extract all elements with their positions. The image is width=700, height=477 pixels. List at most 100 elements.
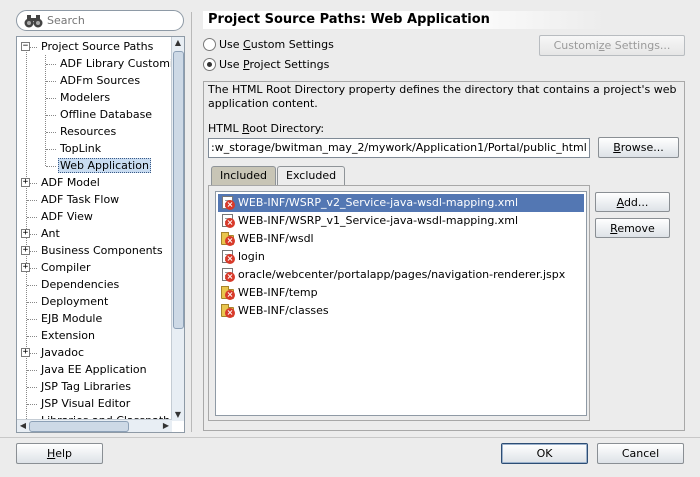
collapse-icon[interactable]: − bbox=[21, 42, 30, 51]
settings-tree[interactable]: − Project Source Paths ADF Library Customi… bbox=[16, 36, 185, 433]
tree-item[interactable]: Ant bbox=[39, 225, 62, 242]
excluded-file-icon: × bbox=[221, 268, 236, 282]
excluded-x-icon: × bbox=[225, 236, 235, 246]
tree-item[interactable]: ADF Task Flow bbox=[39, 191, 121, 208]
excluded-folder-icon: × bbox=[221, 304, 236, 318]
tree-item[interactable]: ADF Model bbox=[39, 174, 102, 191]
excluded-x-icon: × bbox=[225, 218, 235, 228]
tree-item-label: Modelers bbox=[60, 91, 111, 104]
tree-item-label: JSP Tag Libraries bbox=[41, 380, 131, 393]
tree-item[interactable]: Extension bbox=[39, 327, 97, 344]
radio-button-unchecked[interactable] bbox=[203, 37, 216, 51]
excluded-paths-list[interactable]: × WEB-INF/WSRP_v2_Service-java-wsdl-mappi… bbox=[215, 191, 587, 416]
tree-item-label: Javadoc bbox=[41, 346, 84, 359]
tree-item-label: ADF Library Customi bbox=[60, 57, 172, 70]
tree-item[interactable]: Deployment bbox=[39, 293, 110, 310]
tree-connector-line bbox=[46, 132, 56, 133]
tree-item[interactable]: Business Components bbox=[39, 242, 165, 259]
tree-item[interactable]: Modelers bbox=[58, 89, 112, 106]
tree-item-label: Compiler bbox=[41, 261, 91, 274]
tree-item[interactable]: ADFm Sources bbox=[58, 72, 142, 89]
tree-item[interactable]: EJB Module bbox=[39, 310, 104, 327]
page-title: Project Source Paths: Web Application bbox=[203, 11, 606, 29]
list-item[interactable]: × WEB-INF/wsdl bbox=[218, 230, 584, 248]
tree-item-label: JSP Visual Editor bbox=[41, 397, 131, 410]
search-box[interactable] bbox=[16, 10, 184, 31]
scroll-down-arrow-icon[interactable]: ▼ bbox=[172, 409, 184, 421]
tree-horizontal-scrollbar[interactable]: ◀ ▶ bbox=[17, 419, 172, 432]
cancel-button[interactable]: Cancel bbox=[597, 443, 684, 464]
panel-splitter[interactable] bbox=[191, 12, 192, 432]
radio-label-custom: Use Custom Settings bbox=[219, 38, 334, 51]
tree-connector-line bbox=[27, 302, 37, 303]
expand-icon[interactable]: + bbox=[21, 348, 30, 357]
tree-item-label: ADF View bbox=[41, 210, 93, 223]
tree-item[interactable]: Offline Database bbox=[58, 106, 154, 123]
tree-connector-line bbox=[46, 149, 56, 150]
add-button[interactable]: Add... bbox=[595, 192, 670, 212]
horizontal-scroll-thumb[interactable] bbox=[29, 421, 129, 432]
tree-item[interactable]: Java EE Application bbox=[39, 361, 149, 378]
tree-connector-line bbox=[27, 285, 37, 286]
tree-item-label: EJB Module bbox=[41, 312, 103, 325]
tree-connector-line bbox=[27, 200, 37, 201]
list-item[interactable]: × WEB-INF/WSRP_v1_Service-java-wsdl-mappi… bbox=[218, 212, 584, 230]
help-button[interactable]: Help bbox=[16, 443, 103, 464]
radio-button-checked[interactable] bbox=[203, 57, 216, 71]
excluded-x-icon: × bbox=[225, 272, 235, 282]
excluded-folder-icon: × bbox=[221, 232, 236, 246]
browse-button[interactable]: Browse... bbox=[598, 137, 679, 158]
tree-vertical-scrollbar[interactable]: ▲ ▼ bbox=[171, 37, 184, 421]
vertical-scroll-thumb[interactable] bbox=[173, 51, 184, 329]
tree-item[interactable]: JSP Tag Libraries bbox=[39, 378, 133, 395]
tree-item[interactable]: JSP Visual Editor bbox=[39, 395, 132, 412]
tree-item[interactable]: Web Application bbox=[58, 157, 151, 174]
tree-connector-line bbox=[27, 370, 37, 371]
tree-item-label: Resources bbox=[60, 125, 117, 138]
excluded-folder-icon: × bbox=[221, 286, 236, 300]
list-item[interactable]: × login bbox=[218, 248, 584, 266]
tree-item[interactable]: TopLink bbox=[58, 140, 103, 157]
tab-included[interactable]: Included bbox=[211, 166, 277, 185]
tree-item[interactable]: Resources bbox=[58, 123, 118, 140]
list-item[interactable]: × WEB-INF/classes bbox=[218, 302, 584, 320]
tree-rows: − Project Source Paths ADF Library Customi… bbox=[17, 37, 172, 421]
tree-item[interactable]: Javadoc bbox=[39, 344, 86, 361]
tree-item-label: Web Application bbox=[58, 158, 151, 173]
tree-item[interactable]: Project Source Paths bbox=[39, 38, 155, 55]
html-root-directory-field[interactable]: :w_storage/bwitman_may_2/mywork/Applicat… bbox=[208, 138, 590, 158]
remove-button[interactable]: Remove bbox=[595, 218, 670, 238]
customize-settings-button[interactable]: Customize Settings... bbox=[539, 35, 685, 56]
tree-connector-line bbox=[27, 336, 37, 337]
expand-icon[interactable]: + bbox=[21, 178, 30, 187]
scroll-right-arrow-icon[interactable]: ▶ bbox=[160, 420, 172, 432]
tree-connector-line bbox=[27, 319, 37, 320]
tree-connector-line bbox=[27, 387, 37, 388]
ok-button[interactable]: OK bbox=[501, 443, 588, 464]
html-root-label: HTML Root Directory: bbox=[208, 122, 325, 135]
tree-item[interactable]: ADF View bbox=[39, 208, 95, 225]
tab-excluded[interactable]: Excluded bbox=[277, 166, 346, 185]
scroll-left-arrow-icon[interactable]: ◀ bbox=[17, 420, 29, 432]
description-text: The HTML Root Directory property defines… bbox=[208, 83, 677, 110]
tree-connector-line bbox=[46, 98, 56, 99]
list-item[interactable]: × oracle/webcenter/portalapp/pages/naviga… bbox=[218, 266, 584, 284]
expand-icon[interactable]: + bbox=[21, 263, 30, 272]
expand-icon[interactable]: + bbox=[21, 229, 30, 238]
tree-item[interactable]: Compiler bbox=[39, 259, 93, 276]
use-custom-settings-radio[interactable]: Use Custom Settings bbox=[203, 37, 334, 53]
search-input[interactable] bbox=[47, 13, 177, 28]
expand-icon[interactable]: + bbox=[21, 246, 30, 255]
path-tabs: Included Excluded × WEB-INF/WSRP_v2_Servi… bbox=[208, 166, 590, 421]
list-item[interactable]: × WEB-INF/WSRP_v2_Service-java-wsdl-mappi… bbox=[218, 194, 584, 212]
footer-divider bbox=[0, 437, 700, 438]
scroll-up-arrow-icon[interactable]: ▲ bbox=[172, 37, 184, 49]
tree-item[interactable]: Dependencies bbox=[39, 276, 121, 293]
use-project-settings-radio[interactable]: Use Project Settings bbox=[203, 57, 329, 73]
tree-item-label: Offline Database bbox=[60, 108, 153, 121]
tree-item[interactable]: ADF Library Customi bbox=[58, 55, 172, 72]
list-item[interactable]: × WEB-INF/temp bbox=[218, 284, 584, 302]
list-item-path: login bbox=[238, 250, 265, 263]
tree-item-label: Deployment bbox=[41, 295, 109, 308]
tree-item-label: Java EE Application bbox=[41, 363, 147, 376]
